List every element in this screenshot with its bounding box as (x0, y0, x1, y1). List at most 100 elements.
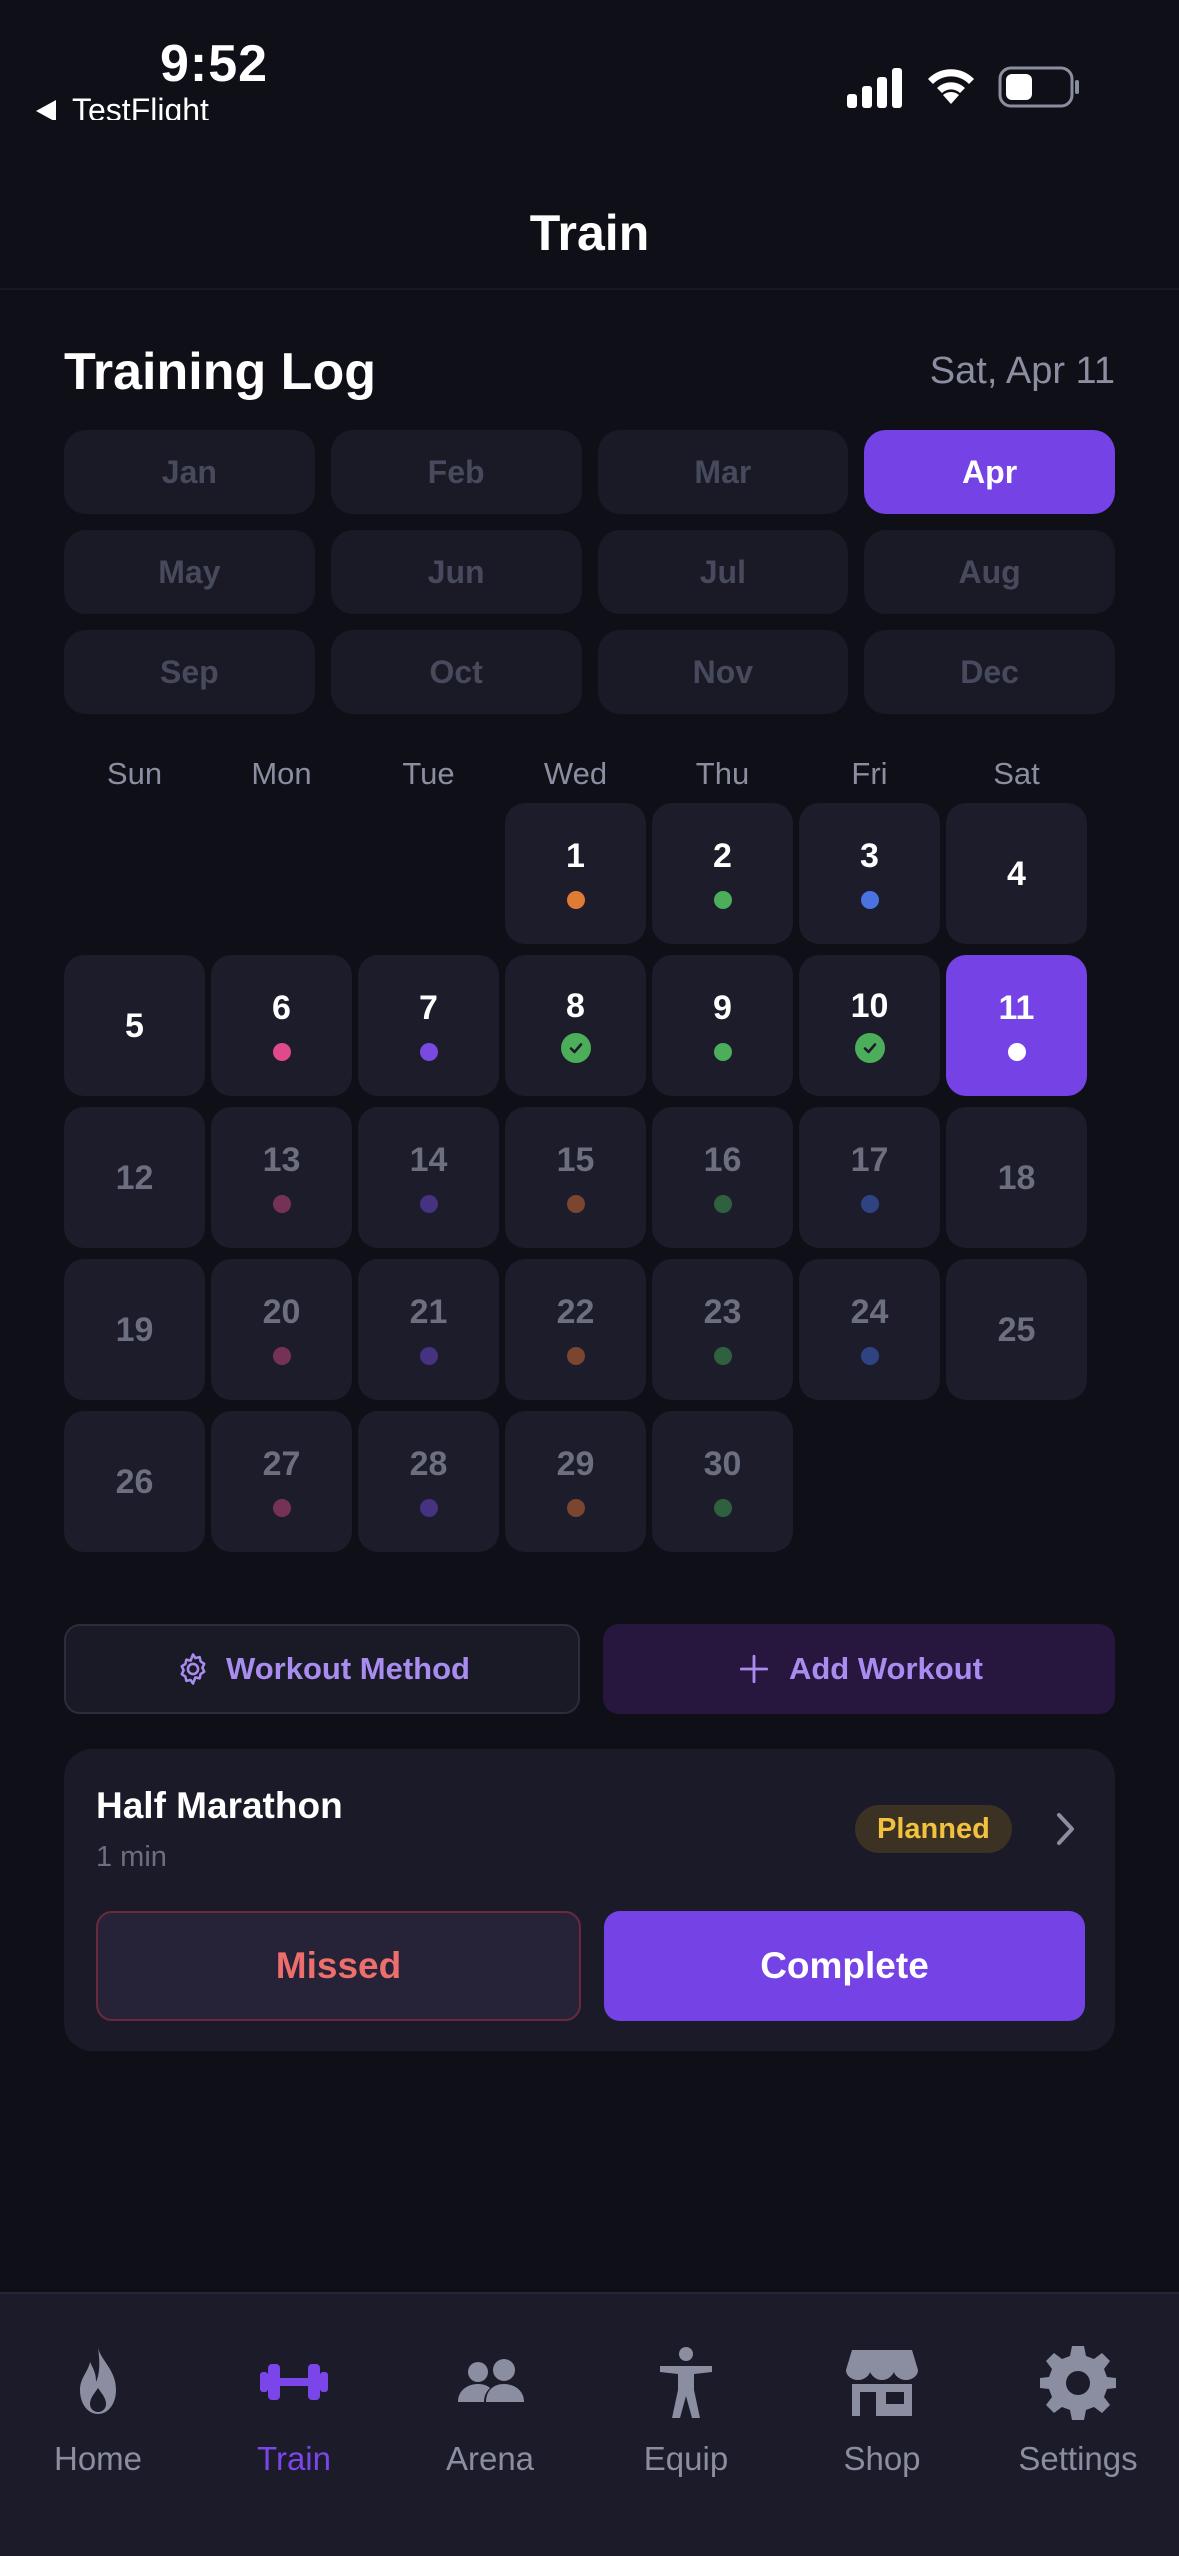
day-number: 30 (703, 1444, 742, 1483)
month-sep[interactable]: Sep (64, 630, 315, 714)
calendar-day-8[interactable]: 8 (505, 955, 646, 1096)
month-may[interactable]: May (64, 530, 315, 614)
calendar-day-28[interactable]: 28 (358, 1411, 499, 1552)
day-number: 8 (566, 986, 585, 1025)
calendar-day-29[interactable]: 29 (505, 1411, 646, 1552)
day-number: 6 (272, 988, 291, 1027)
workout-method-button[interactable]: Workout Method (64, 1624, 580, 1714)
month-mar[interactable]: Mar (597, 430, 849, 514)
tab-train[interactable]: Train (196, 2342, 392, 2478)
calendar-day-25[interactable]: 25 (946, 1259, 1087, 1400)
calendar-day-21[interactable]: 21 (358, 1259, 499, 1400)
workout-dot-icon (713, 1042, 732, 1061)
month-dec[interactable]: Dec (864, 630, 1115, 714)
calendar-day-5[interactable]: 5 (64, 955, 205, 1096)
day-number: 15 (556, 1140, 595, 1179)
flame-icon (80, 2348, 116, 2414)
day-number: 7 (419, 988, 438, 1027)
day-number: 16 (703, 1140, 742, 1179)
day-number: 4 (1007, 854, 1026, 893)
tab-label-train: Train (257, 2440, 331, 2477)
calendar-day-17[interactable]: 17 (799, 1107, 940, 1248)
calendar-day-4[interactable]: 4 (946, 803, 1087, 944)
tab-label-equip: Equip (643, 2440, 729, 2477)
day-number: 23 (703, 1292, 742, 1331)
current-date: Sat, Apr 11 (929, 350, 1115, 392)
workout-card[interactable]: Half Marathon 1 min Planned Missed Compl… (64, 1749, 1115, 2051)
month-selector: Jan Feb Mar Apr May Jun Jul Aug Sep Oct Nov Dec (64, 430, 1115, 714)
month-feb[interactable]: Feb (330, 430, 582, 514)
calendar-day-18[interactable]: 18 (946, 1107, 1087, 1248)
tab-shop[interactable]: Shop (784, 2342, 980, 2478)
calendar-day-11[interactable]: 11 (946, 955, 1087, 1096)
workout-duration: 1 min (96, 1841, 167, 1873)
tab-settings[interactable]: Settings (980, 2342, 1176, 2478)
month-aug[interactable]: Aug (864, 530, 1115, 614)
calendar-day-27[interactable]: 27 (211, 1411, 352, 1552)
missed-button[interactable]: Missed (96, 1911, 581, 2021)
month-nov[interactable]: Nov (597, 630, 849, 714)
day-number: 19 (115, 1310, 154, 1349)
day-number: 27 (262, 1444, 301, 1483)
page-title: Train (529, 205, 650, 261)
day-number: 1 (566, 836, 585, 875)
calendar-day-2[interactable]: 2 (652, 803, 793, 944)
complete-button[interactable]: Complete (604, 1911, 1085, 2021)
workout-dot-icon (713, 1346, 732, 1365)
calendar-day-9[interactable]: 9 (652, 955, 793, 1096)
month-jan[interactable]: Jan (64, 430, 315, 514)
month-oct[interactable]: Oct (330, 630, 582, 714)
day-number: 2 (713, 836, 732, 875)
tab-home[interactable]: Home (0, 2342, 196, 2478)
calendar-day-7[interactable]: 7 (358, 955, 499, 1096)
calendar-day-1[interactable]: 1 (505, 803, 646, 944)
day-number: 26 (115, 1462, 154, 1501)
chevron-right-icon[interactable] (1050, 1809, 1080, 1849)
calendar-grid: 1 2 3 4 5 6 7 8 9 10 11 12 13 14 15 16 17 18 19 20 21 22 23 24 2… (64, 803, 1087, 1552)
completed-check-icon (854, 1032, 885, 1063)
tab-arena[interactable]: Arena (392, 2342, 588, 2478)
day-number: 5 (125, 1006, 144, 1045)
workout-dot-icon (272, 1194, 291, 1213)
day-number: 25 (997, 1310, 1036, 1349)
day-number: 9 (713, 988, 732, 1027)
gear-icon (1040, 2346, 1116, 2420)
tab-equip[interactable]: Equip (588, 2342, 784, 2478)
add-workout-button[interactable]: Add Workout (603, 1624, 1115, 1714)
calendar-day-20[interactable]: 20 (211, 1259, 352, 1400)
calendar-day-19[interactable]: 19 (64, 1259, 205, 1400)
calendar-day-30[interactable]: 30 (652, 1411, 793, 1552)
plus-icon (739, 1654, 769, 1684)
status-time: 9:52 (160, 35, 269, 93)
day-number: 17 (850, 1140, 889, 1179)
workout-dot-icon (566, 1346, 585, 1365)
workout-dot-icon (1007, 1042, 1026, 1061)
calendar-day-16[interactable]: 16 (652, 1107, 793, 1248)
calendar-day-15[interactable]: 15 (505, 1107, 646, 1248)
calendar-day-3[interactable]: 3 (799, 803, 940, 944)
calendar-day-22[interactable]: 22 (505, 1259, 646, 1400)
day-number: 21 (409, 1292, 448, 1331)
month-jul[interactable]: Jul (597, 530, 849, 614)
workout-dot-icon (566, 1498, 585, 1517)
workout-dot-icon (566, 1194, 585, 1213)
calendar-day-12[interactable]: 12 (64, 1107, 205, 1248)
calendar-empty-cell (64, 803, 205, 944)
month-apr[interactable]: Apr (864, 430, 1115, 514)
calendar-day-10[interactable]: 10 (799, 955, 940, 1096)
day-number: 24 (850, 1292, 889, 1331)
month-jun[interactable]: Jun (330, 530, 582, 614)
calendar-day-14[interactable]: 14 (358, 1107, 499, 1248)
day-number: 3 (860, 836, 879, 875)
calendar-day-6[interactable]: 6 (211, 955, 352, 1096)
dumbbell-icon (260, 2364, 328, 2400)
workout-dot-icon (272, 1042, 291, 1061)
calendar-day-26[interactable]: 26 (64, 1411, 205, 1552)
day-number: 18 (997, 1158, 1036, 1197)
calendar-day-13[interactable]: 13 (211, 1107, 352, 1248)
workout-method-label: Workout Method (226, 1651, 470, 1686)
weekday-sat: Sat (993, 756, 1040, 791)
day-number: 20 (262, 1292, 301, 1331)
calendar-day-24[interactable]: 24 (799, 1259, 940, 1400)
calendar-day-23[interactable]: 23 (652, 1259, 793, 1400)
